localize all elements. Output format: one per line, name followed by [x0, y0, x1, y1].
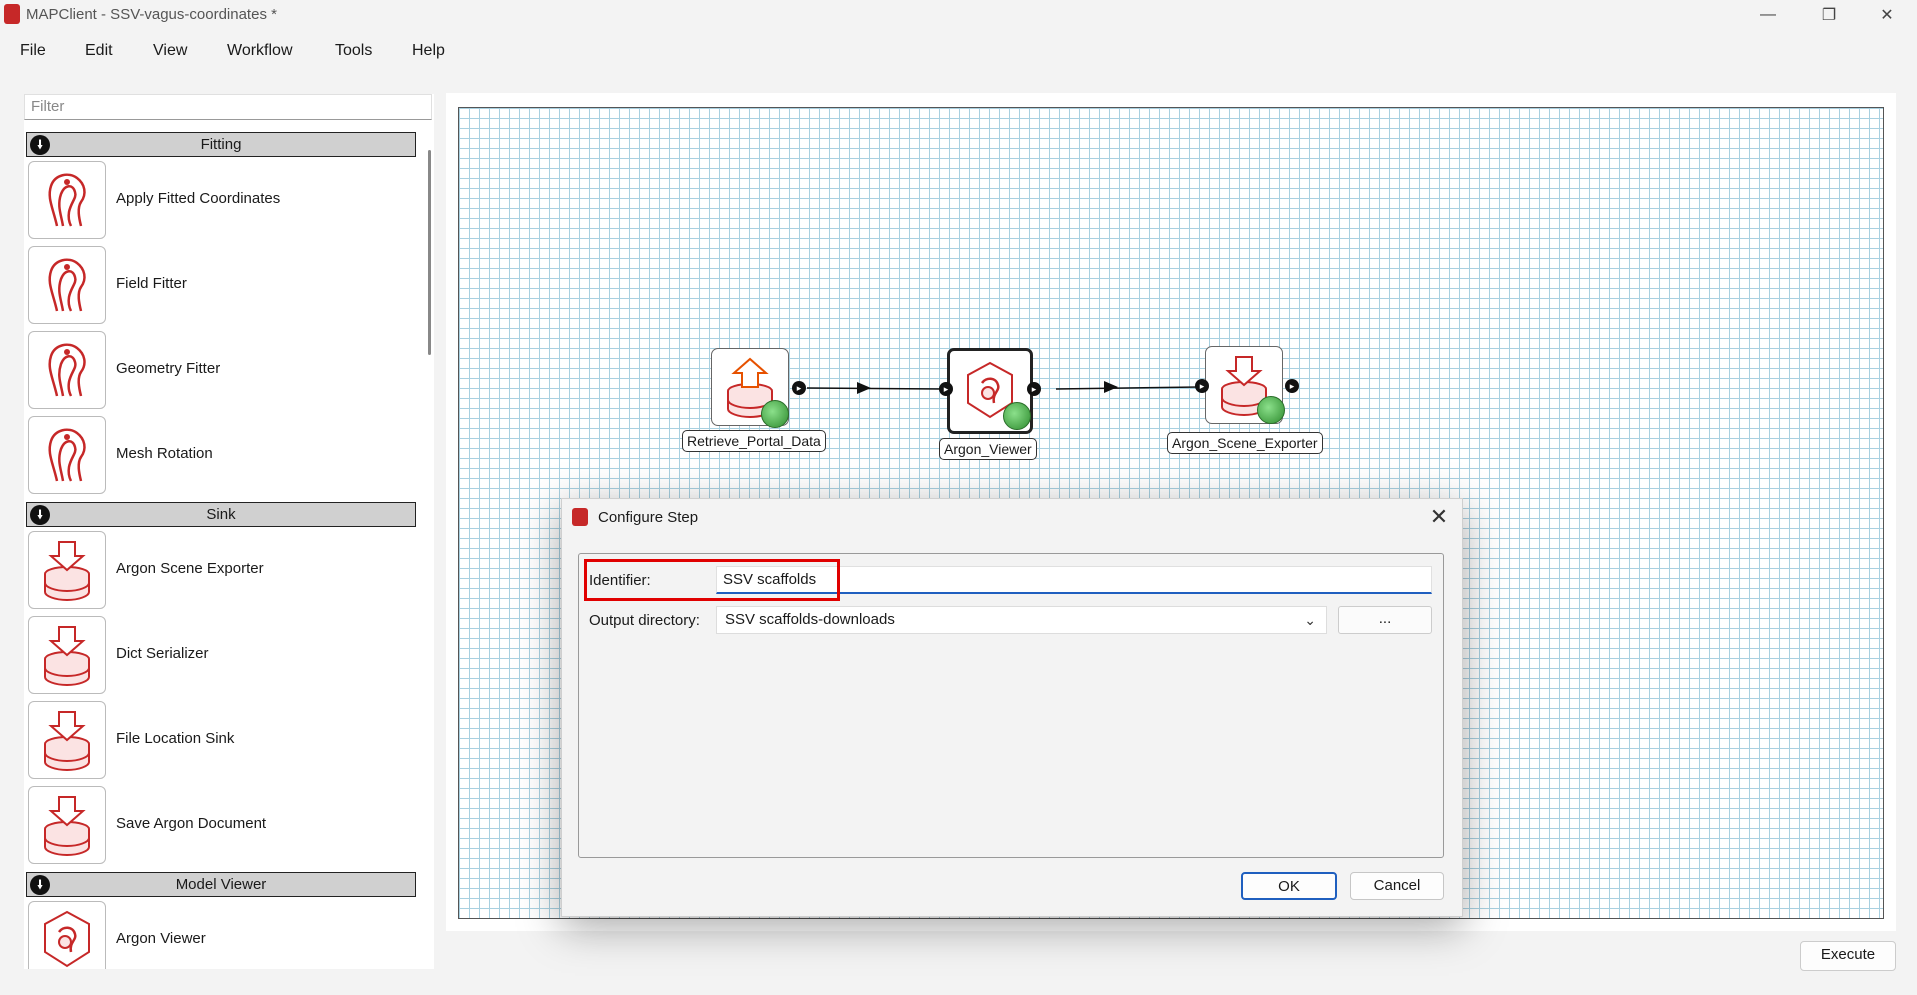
menu-help[interactable]: Help [412, 38, 445, 64]
output-directory-select[interactable]: SSV scaffolds-downloads ⌄ [716, 606, 1327, 634]
connection-line [806, 387, 944, 390]
output-directory-value: SSV scaffolds-downloads [725, 611, 895, 628]
menu-workflow[interactable]: Workflow [227, 38, 293, 64]
ok-button[interactable]: OK [1241, 872, 1337, 900]
category-fitting[interactable]: 🠛 Fitting [26, 132, 416, 157]
fitting-icon [28, 246, 106, 324]
status-ok-icon [761, 400, 789, 428]
status-ok-icon [1257, 396, 1285, 424]
step-label: Field Fitter [116, 275, 187, 292]
chevron-down-icon[interactable]: ⌄ [1304, 607, 1316, 633]
step-label: File Location Sink [116, 730, 235, 747]
cancel-button[interactable]: Cancel [1350, 872, 1444, 900]
database-download-icon [28, 616, 106, 694]
dialog-title: Configure Step [598, 509, 699, 526]
output-port-icon[interactable]: ▸ [1027, 382, 1041, 396]
step-item-geometry-fitter[interactable]: Geometry Fitter [28, 330, 418, 412]
step-item-argon-viewer[interactable]: Argon Viewer [28, 900, 418, 969]
restore-icon[interactable]: ❐ [1806, 2, 1852, 28]
menu-file[interactable]: File [20, 38, 46, 64]
menu-tools[interactable]: Tools [335, 38, 372, 64]
title-bar: MAPClient - SSV-vagus-coordinates * — ❐ … [0, 0, 1917, 30]
connection-line [1055, 386, 1201, 390]
status-ok-icon [1003, 402, 1031, 430]
step-palette: Filter 🠛 Fitting Apply Fitted Coordinate… [24, 94, 434, 969]
fitting-icon [28, 416, 106, 494]
input-port-icon[interactable]: ▸ [939, 382, 953, 396]
close-icon[interactable]: ✕ [1424, 503, 1454, 531]
step-item-save-argon-document[interactable]: Save Argon Document [28, 785, 418, 867]
database-download-icon [28, 786, 106, 864]
node-label: Argon_Viewer [939, 438, 1037, 460]
category-label: Sink [206, 506, 236, 523]
step-item-file-location-sink[interactable]: File Location Sink [28, 700, 418, 782]
filter-input[interactable]: Filter [24, 94, 432, 120]
output-port-icon[interactable]: ▸ [792, 381, 806, 395]
execute-button[interactable]: Execute [1800, 941, 1896, 971]
fitting-icon [28, 161, 106, 239]
identifier-input[interactable]: SSV scaffolds [716, 566, 1432, 594]
database-download-icon [28, 701, 106, 779]
node-label: Argon_Scene_Exporter [1167, 432, 1323, 454]
config-group: Identifier: SSV scaffolds Output directo… [578, 553, 1444, 858]
step-item-field-fitter[interactable]: Field Fitter [28, 245, 418, 327]
identifier-label: Identifier: [589, 572, 651, 589]
argon-viewer-icon [28, 901, 106, 969]
app-logo-icon [4, 4, 20, 24]
step-label: Argon Scene Exporter [116, 560, 264, 577]
fitting-icon [28, 331, 106, 409]
step-item-dict-serializer[interactable]: Dict Serializer [28, 615, 418, 697]
window-title: MAPClient - SSV-vagus-coordinates * [26, 6, 277, 23]
step-label: Mesh Rotation [116, 445, 213, 462]
step-label: Argon Viewer [116, 930, 206, 947]
collapse-arrow-icon[interactable]: 🠛 [30, 135, 50, 155]
step-label: Dict Serializer [116, 645, 209, 662]
step-label: Apply Fitted Coordinates [116, 190, 281, 207]
collapse-arrow-icon[interactable]: 🠛 [30, 875, 50, 895]
output-directory-label: Output directory: [589, 612, 700, 629]
menu-view[interactable]: View [153, 38, 187, 64]
menu-edit[interactable]: Edit [85, 38, 113, 64]
output-port-icon[interactable]: ▸ [1285, 379, 1299, 393]
category-label: Model Viewer [175, 876, 267, 893]
node-label: Retrieve_Portal_Data [682, 430, 826, 452]
step-list: 🠛 Fitting Apply Fitted Coordinates Field… [24, 132, 420, 969]
browse-button[interactable]: ... [1338, 606, 1432, 634]
step-label: Save Argon Document [116, 815, 267, 832]
connection-arrow-icon [857, 382, 871, 394]
collapse-arrow-icon[interactable]: 🠛 [30, 505, 50, 525]
input-port-icon[interactable]: ▸ [1195, 379, 1209, 393]
configure-step-dialog: Configure Step ✕ Identifier: SSV scaffol… [561, 498, 1463, 917]
category-model-viewer[interactable]: 🠛 Model Viewer [26, 872, 416, 897]
step-item-mesh-rotation[interactable]: Mesh Rotation [28, 415, 418, 497]
category-sink[interactable]: 🠛 Sink [26, 502, 416, 527]
category-label: Fitting [200, 136, 242, 153]
step-item-argon-scene-exporter[interactable]: Argon Scene Exporter [28, 530, 418, 612]
minimize-icon[interactable]: — [1745, 2, 1791, 28]
database-download-icon [28, 531, 106, 609]
step-item-apply-fitted-coordinates[interactable]: Apply Fitted Coordinates [28, 160, 418, 242]
connection-arrow-icon [1104, 381, 1118, 393]
palette-scrollbar[interactable] [428, 150, 431, 355]
app-logo-icon [572, 508, 588, 526]
close-window-icon[interactable]: ✕ [1864, 2, 1910, 28]
step-label: Geometry Fitter [116, 360, 221, 377]
